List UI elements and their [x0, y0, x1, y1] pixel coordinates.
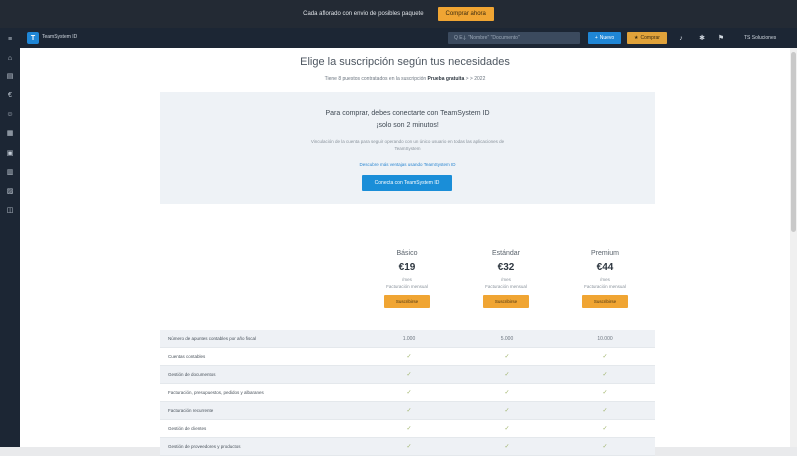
settings-icon[interactable]: ✱ [697, 33, 707, 43]
menu-icon[interactable]: ≡ [5, 34, 15, 44]
chart-icon[interactable]: ▨ [5, 186, 15, 196]
feature-value: 10.000 [597, 335, 613, 342]
buy-button-label: Comprar [640, 35, 660, 41]
feature-label: Facturación recurrente [168, 408, 214, 413]
scrollbar-thumb[interactable] [791, 52, 796, 232]
table-row: Facturación recurrente ✓ ✓ ✓ [160, 402, 655, 420]
connect-title: Para comprar, debes conectarte con TeamS… [160, 108, 655, 132]
check-icon: ✓ [602, 354, 608, 360]
check-icon: ✓ [504, 372, 510, 378]
table-row: Número de apuntes contables por año fisc… [160, 330, 655, 348]
check-icon: ✓ [602, 390, 608, 396]
plan-standard: Estándar €32 /mes Facturación mensual Su… [466, 250, 546, 308]
plan-subscribe-button[interactable]: Suscribirse [582, 295, 628, 308]
notification-icon[interactable]: ♪ [676, 33, 686, 43]
plan-price: €32 [497, 262, 515, 273]
sidebar: ≡ ⌂ ▤ € ☺ ▦ ▣ ▥ ▨ ◫ [0, 28, 20, 447]
feature-label: Cuentas contables [168, 354, 206, 359]
check-icon: ✓ [406, 372, 412, 378]
subtitle-plan: Prueba gratuita [427, 76, 465, 82]
page-title: Elige la suscripción según tus necesidad… [300, 56, 510, 68]
promo-buy-button[interactable]: Comprar ahora [437, 7, 494, 21]
buy-button[interactable]: ★ Comprar [627, 32, 667, 44]
plan-billing: Facturación mensual [386, 284, 428, 289]
subtitle-suffix: > > 2022 [465, 76, 486, 82]
plan-name: Básico [396, 250, 418, 257]
plan-period: /mes [402, 277, 412, 282]
promo-banner: Cada aflorado con envio de posibles paqu… [0, 0, 797, 28]
table-row: Gestión de clientes ✓ ✓ ✓ [160, 420, 655, 438]
plan-period: /mes [501, 277, 511, 282]
search-input[interactable]: Q E.j. "Nombre" "Documento" [448, 32, 580, 44]
plan-billing: Facturación mensual [584, 284, 626, 289]
plan-basic: Básico €19 /mes Facturación mensual Susc… [367, 250, 447, 308]
connect-link[interactable]: Descubre más ventajas usando TeamSystem … [160, 162, 655, 167]
plan-note: /mes Facturación mensual [565, 276, 645, 290]
plan-price: €44 [596, 262, 614, 273]
feature-label: Número de apuntes contables por año fisc… [168, 336, 257, 341]
table-row: Gestión de proveedores y productos ✓ ✓ ✓ [160, 438, 655, 456]
plus-icon: + [594, 35, 598, 41]
table-row: Facturación, presupuestos, pedidos y alb… [160, 384, 655, 402]
connect-panel: Para comprar, debes conectarte con TeamS… [160, 92, 655, 204]
check-icon: ✓ [406, 390, 412, 396]
home-icon[interactable]: ⌂ [5, 53, 15, 63]
plan-price: €19 [398, 262, 416, 273]
plan-period: /mes [600, 277, 610, 282]
page-subtitle: Tiene 8 puestos contratados en la suscri… [20, 76, 790, 82]
check-icon: ✓ [406, 426, 412, 432]
document-icon[interactable]: ▥ [5, 167, 15, 177]
feature-label: Gestión de clientes [168, 426, 207, 431]
check-icon: ✓ [602, 408, 608, 414]
check-icon: ✓ [406, 354, 412, 360]
help-icon[interactable]: ⚑ [716, 33, 726, 43]
table-row: Gestión de documentos ✓ ✓ ✓ [160, 366, 655, 384]
new-button[interactable]: + Nuevo [588, 32, 621, 44]
check-icon: ✓ [504, 408, 510, 414]
feature-label: Facturación, presupuestos, pedidos y alb… [168, 390, 264, 395]
table-row: Cuentas contables ✓ ✓ ✓ [160, 348, 655, 366]
plan-note: /mes Facturación mensual [367, 276, 447, 290]
plan-name: Estándar [491, 250, 521, 257]
connect-title-line2: ¡solo son 2 minutos! [376, 122, 439, 129]
check-icon: ✓ [602, 372, 608, 378]
cart-icon[interactable]: ▣ [5, 148, 15, 158]
new-button-label: Nuevo [599, 35, 615, 41]
plan-name: Premium [590, 250, 619, 257]
feature-value: 1.000 [402, 335, 416, 342]
people-icon[interactable]: ☺ [5, 109, 15, 119]
connect-button[interactable]: Conecta con TeamSystem ID [362, 175, 452, 191]
inbox-icon[interactable]: ▤ [5, 71, 15, 81]
check-icon: ✓ [504, 426, 510, 432]
check-icon: ✓ [406, 408, 412, 414]
plan-subscribe-button[interactable]: Suscribirse [483, 295, 529, 308]
connect-title-line1: Para comprar, debes conectarte con TeamS… [325, 110, 490, 117]
check-icon: ✓ [504, 354, 510, 360]
settings-icon[interactable]: ◫ [5, 205, 15, 215]
user-menu[interactable]: TS Soluciones [744, 35, 776, 41]
plan-subscribe-button[interactable]: Suscribirse [384, 295, 430, 308]
feature-label: Gestión de documentos [168, 372, 216, 377]
plan-premium: Premium €44 /mes Facturación mensual Sus… [565, 250, 645, 308]
plan-note: /mes Facturación mensual [466, 276, 546, 290]
app-name: TeamSystem ID [42, 34, 78, 40]
cart-icon: ★ [634, 35, 639, 41]
subtitle-prefix: Tiene 8 puestos contratados en la suscri… [324, 76, 427, 82]
euro-icon[interactable]: € [5, 90, 15, 100]
connect-description: Vinculación de la cuenta para seguir ope… [310, 139, 505, 151]
app-logo[interactable]: T [27, 32, 39, 44]
check-icon: ✓ [504, 390, 510, 396]
app-bar: T TeamSystem ID Q E.j. "Nombre" "Documen… [0, 28, 797, 48]
feature-value: 5.000 [500, 335, 514, 342]
calendar-icon[interactable]: ▦ [5, 128, 15, 138]
plan-billing: Facturación mensual [485, 284, 527, 289]
features-table: Número de apuntes contables por año fisc… [160, 330, 655, 456]
check-icon: ✓ [602, 426, 608, 432]
promo-text: Cada aflorado con envio de posibles paqu… [303, 11, 424, 17]
